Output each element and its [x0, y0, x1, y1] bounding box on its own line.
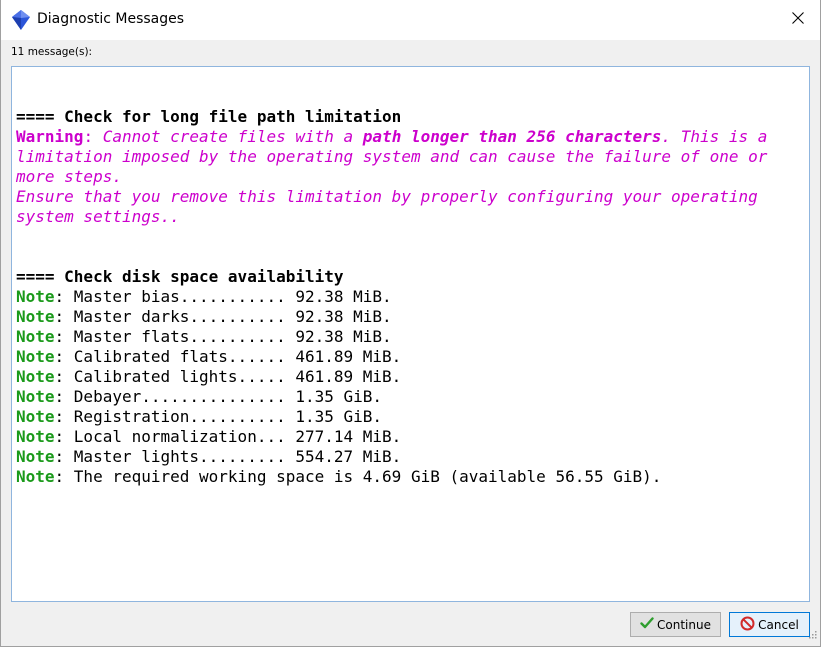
note-line: Note: Calibrated lights..... 461.89 MiB.: [16, 367, 805, 387]
note-line: Note: Registration.......... 1.35 GiB.: [16, 407, 805, 427]
cancel-label: Cancel: [758, 617, 799, 632]
note-line: Note: Master flats.......... 92.38 MiB.: [16, 327, 805, 347]
log-spacer: [16, 247, 805, 267]
note-text: : Calibrated lights..... 461.89 MiB.: [54, 367, 402, 386]
note-text: : Master bias........... 92.38 MiB.: [54, 287, 392, 306]
note-label: Note: [16, 367, 55, 386]
close-icon: [792, 11, 804, 29]
note-label: Note: [16, 467, 55, 486]
note-label: Note: [16, 287, 55, 306]
note-line: Note: The required working space is 4.69…: [16, 467, 805, 487]
note-line: Note: Master bias........... 92.38 MiB.: [16, 287, 805, 307]
warning-text-part: Cannot create files with a: [93, 127, 363, 146]
note-text: : Master flats.......... 92.38 MiB.: [54, 327, 392, 346]
note-label: Note: [16, 387, 55, 406]
note-line: Note: Local normalization... 277.14 MiB.: [16, 427, 805, 447]
resize-grip[interactable]: [807, 626, 817, 644]
message-count-label: 11 message(s):: [11, 46, 93, 58]
note-text: : Registration.......... 1.35 GiB.: [54, 407, 383, 426]
warning-message: Warning: Cannot create files with a path…: [16, 127, 805, 187]
log-spacer: [16, 227, 805, 247]
warning-colon: :: [83, 127, 94, 146]
note-label: Note: [16, 307, 55, 326]
message-log[interactable]: ==== Check for long file path limitation…: [11, 66, 810, 602]
note-line: Note: Master darks.......... 92.38 MiB.: [16, 307, 805, 327]
cancel-icon: [740, 616, 758, 634]
continue-label: Continue: [657, 617, 711, 632]
title-bar[interactable]: Diagnostic Messages: [1, 0, 820, 40]
warning-label: Warning: [16, 127, 84, 146]
note-text: : Master darks.......... 92.38 MiB.: [54, 307, 392, 326]
note-text: : Local normalization... 277.14 MiB.: [54, 427, 402, 446]
note-label: Note: [16, 407, 55, 426]
warning-advice: Ensure that you remove this limitation b…: [16, 187, 758, 226]
log-section-header: ==== Check for long file path limitation: [16, 107, 402, 126]
note-line: Note: Master lights......... 554.27 MiB.: [16, 447, 805, 467]
warning-emphasis: path longer than 256 characters: [362, 127, 662, 146]
app-logo-icon: [12, 10, 30, 30]
cancel-button[interactable]: Cancel: [729, 612, 810, 637]
diagnostic-messages-dialog: Diagnostic Messages 11 message(s): ==== …: [0, 0, 821, 647]
note-text: : Debayer............... 1.35 GiB.: [54, 387, 383, 406]
continue-button[interactable]: Continue: [630, 612, 721, 637]
note-text: : The required working space is 4.69 GiB…: [54, 467, 662, 486]
note-text: : Calibrated flats...... 461.89 MiB.: [54, 347, 402, 366]
close-button[interactable]: [776, 0, 820, 40]
note-label: Note: [16, 327, 55, 346]
window-title: Diagnostic Messages: [37, 11, 185, 27]
log-section-header: ==== Check disk space availability: [16, 267, 344, 286]
note-line: Note: Debayer............... 1.35 GiB.: [16, 387, 805, 407]
note-label: Note: [16, 427, 55, 446]
note-text: : Master lights......... 554.27 MiB.: [54, 447, 402, 466]
note-label: Note: [16, 447, 55, 466]
note-label: Note: [16, 347, 55, 366]
note-line: Note: Calibrated flats...... 461.89 MiB.: [16, 347, 805, 367]
checkmark-icon: [640, 617, 657, 632]
